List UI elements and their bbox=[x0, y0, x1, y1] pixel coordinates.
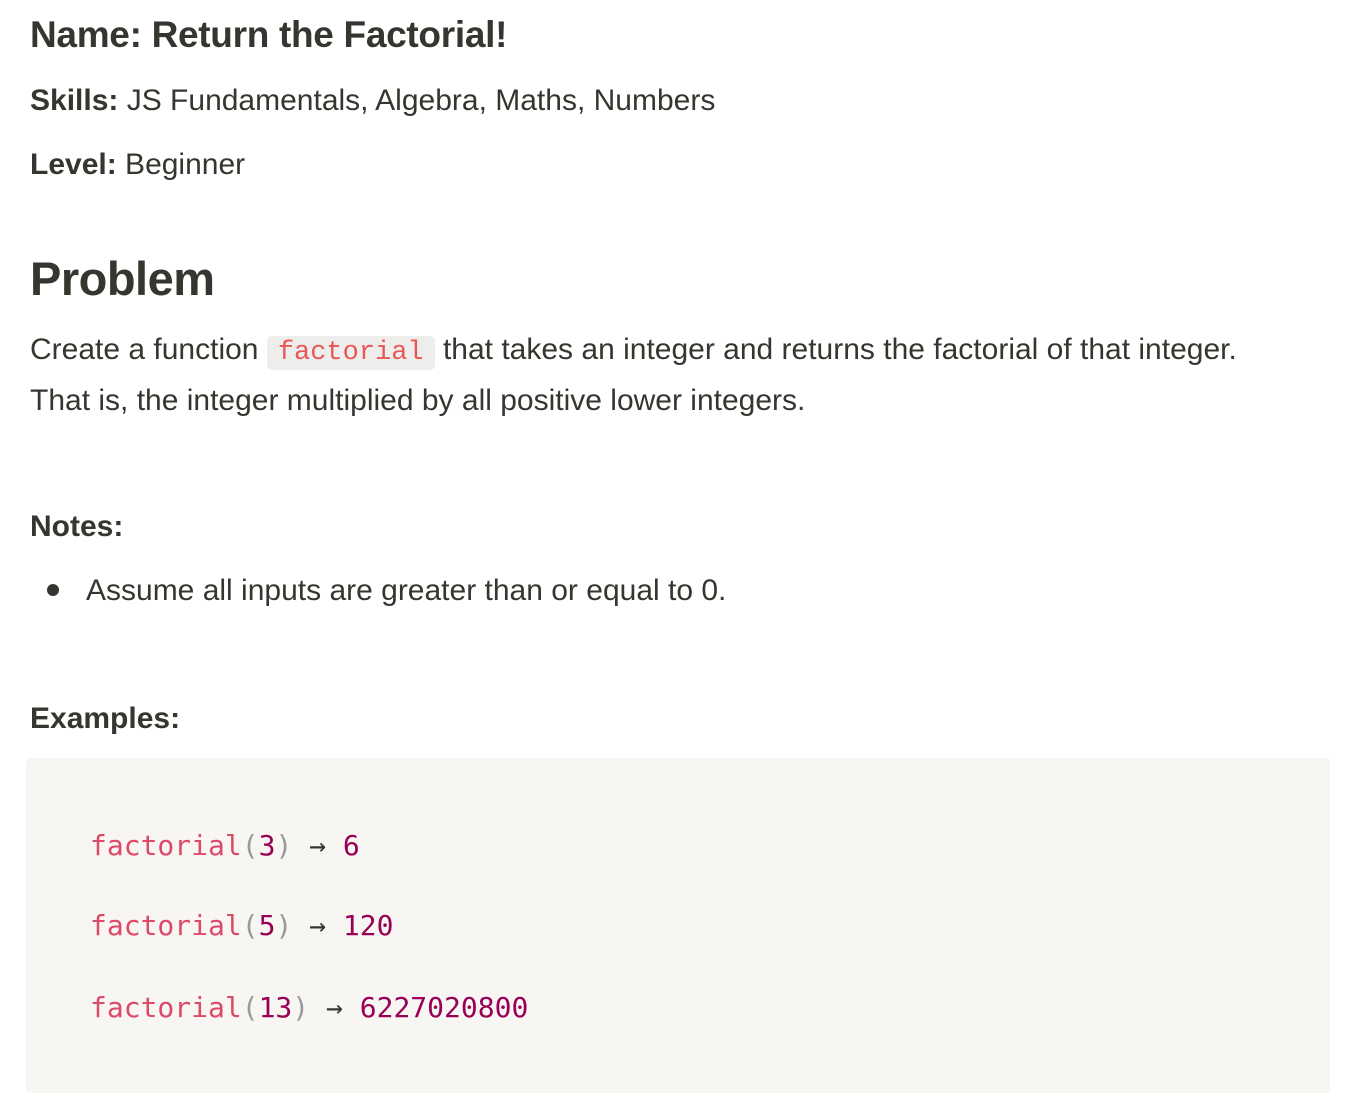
arrow-icon: → bbox=[292, 909, 343, 942]
code-argument: 5 bbox=[258, 909, 276, 942]
list-item: Assume all inputs are greater than or eq… bbox=[30, 570, 726, 612]
skills-key: Skills: bbox=[30, 84, 119, 117]
code-paren-open: ( bbox=[241, 991, 259, 1024]
problem-description: Create a function factorial that takes a… bbox=[30, 326, 1260, 425]
notes-heading: Notes: bbox=[30, 510, 124, 543]
examples-heading: Examples: bbox=[30, 702, 181, 735]
code-argument: 13 bbox=[258, 991, 293, 1024]
bullet-icon bbox=[47, 584, 59, 596]
code-function-name: factorial bbox=[90, 991, 242, 1024]
code-argument: 3 bbox=[258, 829, 276, 862]
note-text: Assume all inputs are greater than or eq… bbox=[86, 574, 727, 607]
problem-text-before: Create a function bbox=[30, 333, 267, 366]
notes-list: Assume all inputs are greater than or eq… bbox=[30, 570, 726, 612]
arrow-icon: → bbox=[292, 829, 343, 862]
code-result: 120 bbox=[342, 909, 394, 942]
arrow-icon: → bbox=[309, 991, 360, 1024]
level-line: Level: Beginner bbox=[30, 145, 245, 185]
code-line: factorial(5) → 120 bbox=[90, 908, 393, 944]
skills-value: JS Fundamentals, Algebra, Maths, Numbers bbox=[118, 84, 716, 117]
code-paren-open: ( bbox=[241, 829, 259, 862]
problem-heading: Problem bbox=[30, 252, 215, 305]
code-function-name: factorial bbox=[90, 829, 242, 862]
code-result: 6 bbox=[342, 829, 360, 862]
code-result: 6227020800 bbox=[359, 991, 529, 1024]
code-function-name: factorial bbox=[90, 909, 242, 942]
code-paren-close: ) bbox=[275, 909, 293, 942]
code-paren-open: ( bbox=[241, 909, 259, 942]
code-paren-close: ) bbox=[292, 991, 310, 1024]
code-block[interactable]: factorial(3) → 6 factorial(5) → 120 fact… bbox=[26, 758, 1330, 1093]
code-line: factorial(3) → 6 bbox=[90, 828, 360, 864]
code-line: factorial(13) → 6227020800 bbox=[90, 990, 528, 1026]
inline-code-factorial: factorial bbox=[266, 336, 435, 370]
exercise-name: Name: Return the Factorial! bbox=[30, 14, 508, 55]
code-paren-close: ) bbox=[275, 829, 293, 862]
level-value: Beginner bbox=[116, 148, 246, 181]
level-key: Level: bbox=[30, 148, 117, 181]
skills-line: Skills: JS Fundamentals, Algebra, Maths,… bbox=[30, 81, 715, 121]
